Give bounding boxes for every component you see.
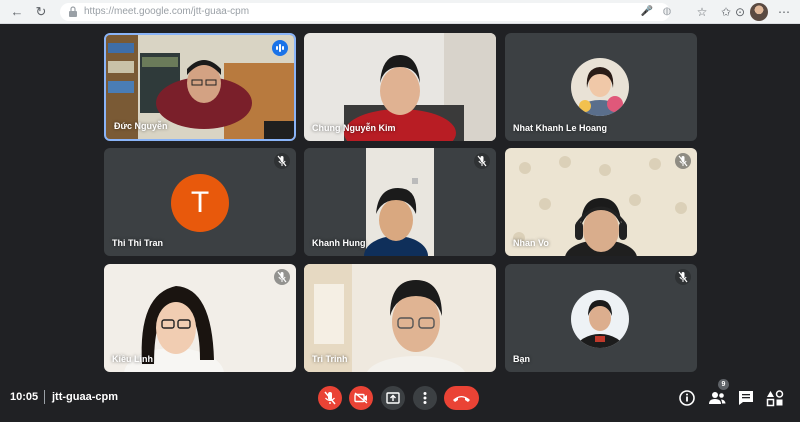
people-icon <box>709 392 726 404</box>
participant-name: Thi Thi Tran <box>112 238 163 248</box>
people-count-badge: 9 <box>718 379 729 390</box>
chat-button[interactable] <box>735 387 757 409</box>
mic-off-icon <box>675 269 691 285</box>
participant-tile[interactable]: Nhan Vo <box>505 148 697 256</box>
participant-tile[interactable]: Nhat Khanh Le Hoang <box>505 33 697 141</box>
participant-tile[interactable]: Khanh Hung <box>304 148 496 256</box>
mic-off-icon <box>324 391 336 405</box>
mic-off-icon <box>274 269 290 285</box>
activities-button[interactable] <box>764 387 786 409</box>
more-vert-icon <box>423 392 427 404</box>
speaking-indicator-icon <box>272 40 288 56</box>
participant-tile[interactable]: Đức Nguyễn <box>104 33 296 141</box>
extensions-icon[interactable]: ⊙ <box>732 4 748 20</box>
more-options-button[interactable] <box>413 386 437 410</box>
participant-avatar <box>571 290 629 348</box>
profile-avatar[interactable] <box>750 3 768 21</box>
lock-icon <box>69 6 77 17</box>
participant-name: Nhan Vo <box>513 238 549 248</box>
participant-tile[interactable]: Bạn <box>505 264 697 372</box>
browser-toolbar: ← ↻ https://meet.google.com/jtt-guaa-cpm… <box>0 0 800 24</box>
back-icon[interactable]: ← <box>8 3 26 21</box>
participant-tile[interactable]: T Thi Thi Tran <box>104 148 296 256</box>
address-bar[interactable]: https://meet.google.com/jtt-guaa-cpm 🎤 ◍ <box>60 3 671 21</box>
more-menu-icon[interactable]: ⋯ <box>776 4 792 20</box>
divider <box>44 390 45 404</box>
participant-name: Bạn <box>513 354 531 364</box>
leave-call-button[interactable] <box>444 386 479 410</box>
participant-tile[interactable]: Tri Trinh <box>304 264 496 372</box>
participant-tile[interactable]: Chung Nguyễn Kim <box>304 33 496 141</box>
participant-avatar <box>571 58 629 116</box>
camera-permission-icon[interactable]: ◍ <box>660 5 674 19</box>
mic-off-icon <box>675 153 691 169</box>
activities-icon <box>766 390 784 407</box>
present-screen-button[interactable] <box>381 386 405 410</box>
mic-toggle-button[interactable] <box>318 386 342 410</box>
chat-icon <box>739 391 753 405</box>
meeting-code: jtt-guaa-cpm <box>52 391 118 403</box>
participant-name: Tri Trinh <box>312 354 348 364</box>
camera-toggle-button[interactable] <box>349 386 373 410</box>
end-call-icon <box>453 396 470 402</box>
reload-icon[interactable]: ↻ <box>32 3 50 21</box>
url-text[interactable]: https://meet.google.com/jtt-guaa-cpm <box>84 5 249 19</box>
meeting-details-button[interactable] <box>676 387 698 409</box>
bookmark-star-icon[interactable]: ☆ <box>694 4 710 20</box>
meeting-time: 10:05 <box>10 391 39 403</box>
present-screen-icon <box>386 392 400 404</box>
info-icon <box>679 390 695 406</box>
participant-name: Nhat Khanh Le Hoang <box>513 123 607 133</box>
participant-tile[interactable]: Kiều Linh <box>104 264 296 372</box>
mic-off-icon <box>274 153 290 169</box>
microphone-icon[interactable]: 🎤 <box>640 5 654 19</box>
people-button[interactable] <box>706 387 728 409</box>
participant-initial-avatar: T <box>171 174 229 232</box>
mic-off-icon <box>474 153 490 169</box>
participant-name: Khanh Hung <box>312 238 366 248</box>
camera-off-icon <box>354 392 368 404</box>
participant-name: Kiều Linh <box>112 354 153 364</box>
participant-name: Đức Nguyễn <box>114 121 168 131</box>
participant-name: Chung Nguyễn Kim <box>312 123 396 133</box>
